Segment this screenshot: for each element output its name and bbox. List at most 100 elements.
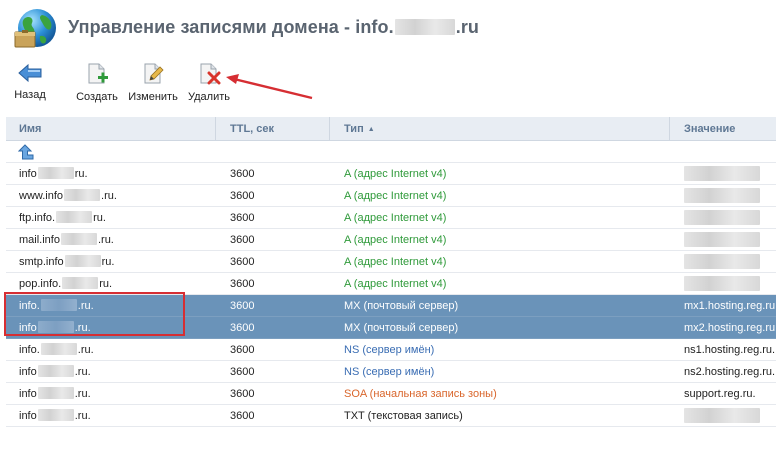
record-name-prefix: ftp.info. [19,212,56,224]
record-name-prefix: info [19,168,37,180]
table-row[interactable]: pop.info. ru. 3600 A (адрес Internet v4) [6,273,776,295]
create-button[interactable]: Создать [74,62,120,103]
redacted-value [684,276,760,291]
record-rows: info ru. 3600 A (адрес Internet v4) www.info… [6,163,776,427]
record-name-suffix: .ru. [77,300,94,312]
redacted-domain [56,211,93,223]
up-level-icon [18,144,34,160]
redacted-value [684,408,760,423]
record-type: A (адрес Internet v4) [344,278,447,290]
edit-label: Изменить [128,91,178,103]
table-row[interactable]: smtp.info ru. 3600 A (адрес Internet v4) [6,251,776,273]
column-header-type[interactable]: Тип ▲ [330,117,670,141]
table-row[interactable]: info .ru. 3600 SOA (начальная запись зоны) s… [6,383,776,405]
record-name-suffix: ru. [99,278,113,290]
record-value [670,185,776,207]
record-name: www.info .ru. [6,185,216,207]
table-row[interactable]: info. .ru. 3600 NS (сервер имён) ns1.hosting… [6,339,776,361]
record-name-suffix: .ru. [101,190,117,202]
record-name: info .ru. [6,405,216,427]
redacted-value [684,254,760,269]
redacted-domain [64,189,101,201]
record-value [670,273,776,295]
record-type: MX (почтовый сервер) [344,300,459,312]
redacted-domain [60,233,97,245]
record-type: A (адрес Internet v4) [344,234,447,246]
column-header-ttl[interactable]: TTL, сек [216,117,330,141]
back-label: Назад [14,89,46,101]
record-type: A (адрес Internet v4) [344,190,447,202]
table-row[interactable]: mail.info .ru. 3600 A (адрес Internet v4) [6,229,776,251]
toolbar: Назад Создать Изменить Удалить [0,62,776,108]
record-name-prefix: info [19,366,37,378]
record-value [670,251,776,273]
table-row[interactable]: info. .ru. 3600 MX (почтовый сервер) mx1.hos… [6,295,776,317]
record-type: NS (сервер имён) [344,366,435,378]
record-ttl: 3600 [230,256,255,268]
add-document-icon [88,63,108,84]
redacted-value [684,210,760,225]
record-name-prefix: info [19,410,37,422]
record-value: mx2.hosting.reg.ru. [684,322,776,334]
redacted-domain [62,277,99,289]
record-ttl: 3600 [230,190,255,202]
record-type: A (адрес Internet v4) [344,256,447,268]
record-type: MX (почтовый сервер) [344,322,459,334]
record-value: mx1.hosting.reg.ru. [684,300,776,312]
redacted-domain [37,365,74,377]
page-header: Управление записями домена - info. .ru [0,0,776,56]
record-ttl: 3600 [230,234,255,246]
table-row[interactable]: info .ru. 3600 TXT (текстовая запись) [6,405,776,427]
record-name-prefix: info [19,322,37,334]
record-value: ns1.hosting.reg.ru. [684,344,776,356]
column-header-type-label: Тип [344,123,364,135]
back-arrow-icon [18,63,42,83]
record-name-suffix: ru. [74,168,88,180]
title-prefix: Управление записями домена - info. [68,17,394,37]
redacted-value [684,232,760,247]
record-name: pop.info. ru. [6,273,216,295]
record-name-prefix: www.info [19,190,64,202]
title-suffix: .ru [455,17,480,37]
record-ttl: 3600 [230,168,255,180]
record-name-suffix: .ru. [74,410,91,422]
redacted-domain [394,19,455,35]
edit-button[interactable]: Изменить [126,62,180,103]
record-name-suffix: .ru. [97,234,114,246]
record-name-suffix: ru. [101,256,115,268]
table-row[interactable]: info .ru. 3600 MX (почтовый сервер) mx2.host… [6,317,776,339]
column-header-name[interactable]: Имя [6,117,216,141]
record-name-prefix: info [19,388,37,400]
delete-document-icon [200,63,221,85]
redacted-domain [40,299,77,311]
delete-label: Удалить [188,91,230,103]
record-name-suffix: .ru. [74,322,91,334]
record-name: mail.info .ru. [6,229,216,251]
delete-button[interactable]: Удалить [186,62,232,103]
record-ttl: 3600 [230,344,255,356]
record-ttl: 3600 [230,366,255,378]
table-row[interactable]: ftp.info. ru. 3600 A (адрес Internet v4) [6,207,776,229]
record-name-prefix: info. [19,344,40,356]
record-ttl: 3600 [230,278,255,290]
record-ttl: 3600 [230,300,255,312]
record-type: A (адрес Internet v4) [344,212,447,224]
record-value [670,163,776,185]
up-level-row[interactable] [6,141,776,163]
redacted-value [684,166,760,181]
record-type: SOA (начальная запись зоны) [344,388,497,400]
redacted-value [684,188,760,203]
table-row[interactable]: info ru. 3600 A (адрес Internet v4) [6,163,776,185]
record-ttl: 3600 [230,322,255,334]
table-row[interactable]: www.info .ru. 3600 A (адрес Internet v4) [6,185,776,207]
record-name: smtp.info ru. [6,251,216,273]
record-name-prefix: pop.info. [19,278,62,290]
globe-icon [14,9,56,48]
back-button[interactable]: Назад [12,62,48,101]
record-name-suffix: ru. [93,212,106,224]
table-row[interactable]: info .ru. 3600 NS (сервер имён) ns2.hosting.… [6,361,776,383]
column-header-value[interactable]: Значение [670,117,776,141]
record-value [670,207,776,229]
record-name: info .ru. [6,317,216,339]
record-name-prefix: mail.info [19,234,60,246]
